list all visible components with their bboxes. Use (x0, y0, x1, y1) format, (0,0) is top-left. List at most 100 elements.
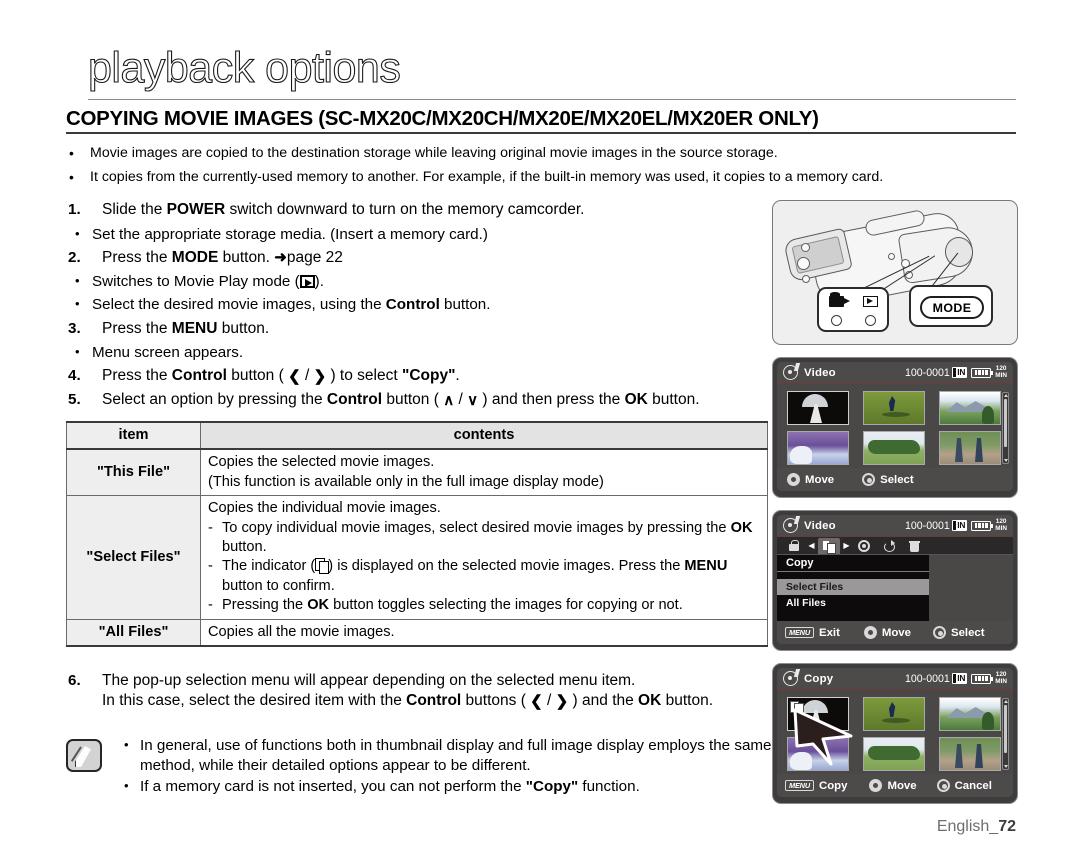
footer-move-hint: Move (787, 473, 834, 486)
row-item-all-files: "All Files" (66, 618, 201, 648)
step-number: 6. (68, 672, 81, 689)
page-ref-arrow-icon: ➜ (274, 249, 287, 266)
copy-indicator-icon (315, 558, 330, 575)
lcd-title: Copy (804, 672, 834, 685)
left-arrow-icon: ❮ (288, 368, 301, 385)
tab-next-arrow-icon[interactable]: ▶ (843, 541, 850, 550)
control-keyword: Control (385, 296, 440, 313)
mode-button-label[interactable]: MODE (920, 296, 984, 319)
right-arrow-icon: ❯ (555, 693, 569, 711)
thumbnail-item[interactable] (787, 391, 849, 425)
scroll-down-arrow-icon (1004, 765, 1008, 768)
ok-button-icon (862, 473, 876, 486)
lcd-copy-menu-screen: Video 100-0001 IN 120 MIN ◀ ▶ Copy Selec… (772, 510, 1018, 651)
sub-text: Switches to Movie Play mode (). (92, 273, 324, 290)
tab-settings[interactable] (853, 538, 875, 554)
tab-delete[interactable] (903, 538, 925, 554)
thumbnail-item[interactable] (939, 697, 1001, 731)
thumbnail-item[interactable] (863, 697, 925, 731)
bullet-glyph: • (69, 145, 74, 161)
note-item: • If a memory card is not inserted, you … (114, 777, 776, 797)
internal-storage-badge: IN (952, 367, 968, 378)
internal-storage-badge: IN (952, 673, 968, 684)
copy-icon (823, 540, 836, 554)
step-text: Select an option by pressing the Control… (102, 391, 700, 409)
menu-item-all-files[interactable]: All Files (777, 595, 929, 611)
internal-storage-badge: IN (952, 520, 968, 531)
footer-select-hint: Select (862, 473, 914, 486)
step-number: 5. (68, 391, 81, 408)
dash-text: Pressing the OK button toggles selecting… (222, 597, 683, 614)
copy-target: "Copy" (401, 367, 456, 384)
remaining-time-badge: 120 MIN (995, 518, 1007, 532)
ok-keyword: OK (307, 597, 330, 614)
footer-label: Exit (818, 626, 840, 639)
title-divider (88, 99, 1016, 100)
rotate-icon (883, 539, 895, 552)
remaining-time-badge: 120 MIN (995, 365, 1007, 379)
thumbnail-grid (787, 391, 1007, 465)
lcd-status-badges: IN 120 MIN (952, 672, 1007, 684)
content-dash-item: - The indicator () is displayed on the s… (208, 557, 760, 596)
lcd-header: Copy 100-0001 IN 120 MIN (777, 668, 1013, 690)
step-number: 4. (68, 367, 81, 384)
intro-text: It copies from the currently-used memory… (90, 169, 884, 185)
step-5: 5. Select an option by pressing the Cont… (66, 390, 772, 411)
menu-title: Copy (777, 555, 929, 572)
camcorder-illustration: MODE (772, 200, 1018, 345)
footer-label: Select (950, 626, 985, 639)
tab-rotate[interactable] (878, 538, 900, 554)
thumbnail-item[interactable] (939, 737, 1001, 771)
step-6: 6. The pop-up selection menu will appear… (66, 671, 776, 712)
thumbnail-item[interactable] (939, 391, 1001, 425)
bullet-glyph: • (75, 226, 80, 241)
step-3-sub-1: • Menu screen appears. (66, 343, 766, 363)
lcd-video-thumbnail-screen: Video 100-0001 IN 120 MIN Move Select (772, 357, 1018, 498)
footer-label: Move (881, 626, 911, 639)
thumbnail-item[interactable] (863, 431, 925, 465)
footer-label: Select (880, 473, 914, 486)
battery-full-icon (971, 367, 994, 378)
movie-film-icon (783, 365, 798, 380)
movie-film-icon (783, 518, 798, 533)
step-4: 4. Press the Control button ( ❮ / ❯ ) to… (66, 366, 766, 387)
bullet-glyph: • (69, 169, 74, 185)
lcd-thumbnail-area (777, 690, 1013, 774)
thumbnail-item[interactable] (939, 431, 1001, 465)
vertical-scrollbar[interactable] (1002, 698, 1009, 770)
menu-list: Copy Select Files All Files (777, 555, 929, 621)
lcd-header: Video 100-0001 IN 120 MIN (777, 362, 1013, 384)
lcd-thumbnail-area (777, 384, 1013, 468)
power-keyword: POWER (166, 201, 226, 218)
row-contents: Copies the individual movie images. - To… (200, 495, 768, 620)
sub-text: Select the desired movie images, using t… (92, 296, 491, 313)
pointer-arrow-icon (793, 708, 853, 766)
mode-button-callout: MODE (909, 285, 993, 327)
tab-prev-arrow-icon[interactable]: ◀ (808, 541, 815, 550)
bullet-glyph: • (124, 737, 129, 752)
thumbnail-item[interactable] (863, 391, 925, 425)
content-intro: Copies the individual movie images. (208, 500, 441, 517)
page-reference: page 22 (286, 249, 343, 266)
thumbnail-item[interactable] (787, 431, 849, 465)
settings-gear-icon (858, 539, 870, 552)
lcd-footer: MENU Copy Move Cancel (777, 774, 1013, 797)
vertical-scrollbar[interactable] (1002, 392, 1009, 464)
step-text: Press the MENU button. (102, 320, 270, 337)
movie-mode-led (830, 315, 842, 326)
page-title: playback options (87, 43, 401, 92)
thumbnail-item[interactable] (863, 737, 925, 771)
control-keyword: Control (171, 367, 227, 384)
footer-move-hint: Move (863, 626, 911, 639)
step-text: Press the Control button ( ❮ / ❯ ) to se… (102, 367, 460, 385)
content-dash-item: - Pressing the OK button toggles selecti… (208, 596, 760, 615)
page-footer: English_72 (937, 818, 1016, 836)
row-contents: Copies all the movie images. (200, 618, 768, 648)
intro-bullet-1: • Movie images are copied to the destina… (66, 145, 1016, 163)
dash-glyph: - (208, 519, 213, 536)
tab-lock[interactable] (783, 538, 805, 554)
ok-keyword: OK (730, 519, 753, 536)
menu-item-select-files[interactable]: Select Files (777, 579, 929, 595)
play-icon (299, 275, 315, 288)
tab-copy[interactable] (818, 537, 840, 554)
